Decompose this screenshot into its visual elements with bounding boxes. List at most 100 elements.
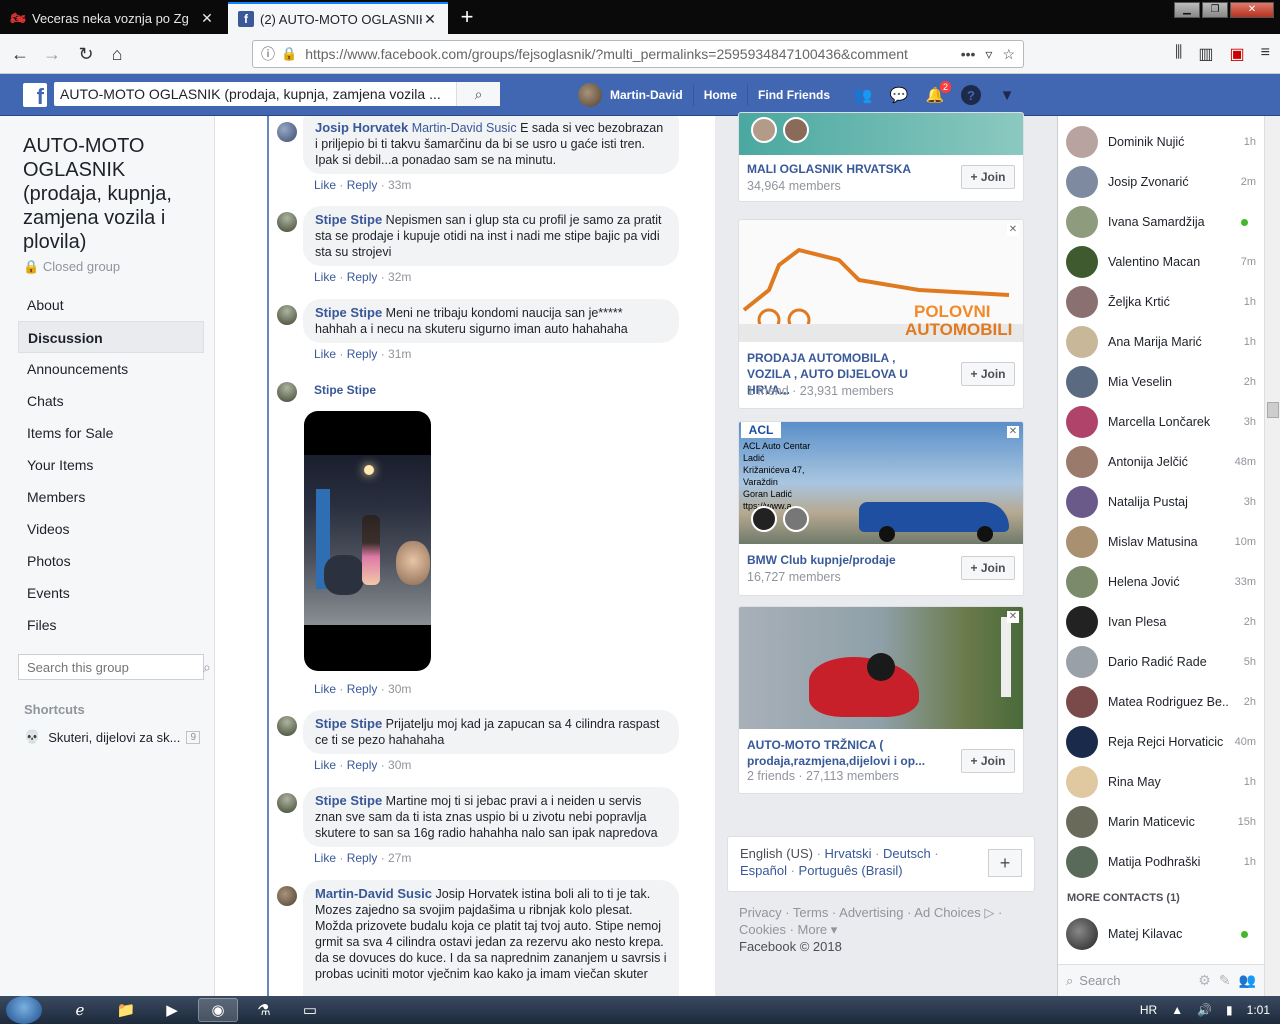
group-search-input[interactable] <box>27 659 203 675</box>
comment-tag[interactable]: Martin-David Susic <box>412 121 517 135</box>
menu-icon[interactable]: ≡ <box>1261 44 1270 64</box>
media-player-icon[interactable]: ▶ <box>152 998 192 1022</box>
close-icon[interactable]: ✕ <box>1007 224 1019 236</box>
group-nav-videos[interactable]: Videos <box>18 513 204 545</box>
contact-item[interactable]: Ivan Plesa 2h <box>1066 604 1256 640</box>
group-nav-announcements[interactable]: Announcements <box>18 353 204 385</box>
pocket-icon[interactable]: ▿ <box>985 46 992 63</box>
group-nav-about[interactable]: About <box>18 289 204 321</box>
join-button[interactable]: + Join <box>961 749 1015 773</box>
library-icon[interactable]: ⫼ <box>1175 44 1182 64</box>
close-icon[interactable]: ✕ <box>1007 611 1019 623</box>
url-bar[interactable]: ⓘ 🔒 https://www.facebook.com/groups/fejs… <box>252 40 1024 68</box>
comment-author[interactable]: Stipe Stipe <box>315 305 382 320</box>
close-tab-icon[interactable]: ✕ <box>199 10 215 27</box>
language-link[interactable]: Deutsch <box>883 846 931 861</box>
messenger-icon[interactable]: 💬 <box>888 84 910 106</box>
group-search[interactable]: ⌕ <box>18 654 211 680</box>
comment-photo-image[interactable] <box>304 411 431 671</box>
contact-item[interactable]: Dominik Nujić 1h <box>1066 124 1256 160</box>
group-cover[interactable] <box>739 113 1023 155</box>
contact-item[interactable]: Ivana Samardžija <box>1066 204 1256 240</box>
avatar[interactable] <box>277 716 297 736</box>
comment-time[interactable]: 30m <box>388 758 411 772</box>
sidebar-icon[interactable]: ▥ <box>1198 44 1213 64</box>
avatar[interactable] <box>277 212 297 232</box>
group-name[interactable]: MALI OGLASNIK HRVATSKA <box>747 161 937 177</box>
url-text[interactable]: https://www.facebook.com/groups/fejsogla… <box>305 46 951 62</box>
like-link[interactable]: Like <box>314 758 336 772</box>
search-icon[interactable]: ⌕ <box>456 82 500 106</box>
group-nav-files[interactable]: Files <box>18 609 204 641</box>
facebook-logo[interactable]: f <box>23 83 47 107</box>
group-nav-events[interactable]: Events <box>18 577 204 609</box>
page-actions-icon[interactable]: ••• <box>961 46 976 62</box>
group-nav-members[interactable]: Members <box>18 481 204 513</box>
browser-tab-1[interactable]: 🏍 Veceras neka voznja po Zg ✕ <box>0 2 225 34</box>
language-link[interactable]: Hrvatski <box>825 846 872 861</box>
join-button[interactable]: + Join <box>961 165 1015 189</box>
avatar[interactable] <box>578 83 602 107</box>
profile-link[interactable]: Martin-David <box>608 84 693 106</box>
reply-link[interactable]: Reply <box>347 851 378 865</box>
search-icon[interactable]: ⌕ <box>203 659 211 676</box>
comment-author[interactable]: Stipe Stipe <box>315 716 382 731</box>
page-scrollbar[interactable] <box>1264 116 1280 996</box>
reply-link[interactable]: Reply <box>347 178 378 192</box>
like-link[interactable]: Like <box>314 851 336 865</box>
maximize-button[interactable]: ❐ <box>1202 2 1228 18</box>
network-icon[interactable]: ▮ <box>1226 1003 1233 1017</box>
internet-explorer-icon[interactable]: ℯ <box>60 998 100 1022</box>
contact-item[interactable]: Marcella Lončarek 3h <box>1066 404 1256 440</box>
reply-link[interactable]: Reply <box>347 347 378 361</box>
avatar[interactable] <box>277 382 297 402</box>
comment-author[interactable]: Stipe Stipe <box>315 793 382 808</box>
contact-item[interactable]: Željka Krtić 1h <box>1066 284 1256 320</box>
avatar[interactable] <box>277 793 297 813</box>
find-friends-link[interactable]: Find Friends <box>747 84 840 106</box>
group-cover[interactable]: ✕ <box>739 607 1023 729</box>
home-link[interactable]: Home <box>692 84 747 106</box>
notifications-icon[interactable]: 🔔 2 <box>924 80 952 106</box>
firefox-icon[interactable]: ◉ <box>198 998 238 1022</box>
group-nav-discussion[interactable]: Discussion <box>18 321 204 353</box>
group-nav-items-for-sale[interactable]: Items for Sale <box>18 417 204 449</box>
account-menu-icon[interactable]: ▼ <box>996 84 1018 106</box>
reply-link[interactable]: Reply <box>347 758 378 772</box>
close-window-button[interactable]: ✕ <box>1230 2 1274 18</box>
reply-link[interactable]: Reply <box>347 270 378 284</box>
contact-item[interactable]: Matija Podhraški 1h <box>1066 844 1256 880</box>
comment-time[interactable]: 33m <box>388 178 411 192</box>
shortcut-item[interactable]: 💀 Skuteri, dijelovi za sk... 9 <box>24 729 200 745</box>
comment-time[interactable]: 31m <box>388 347 411 361</box>
contact-item[interactable]: Dario Radić Rade 5h <box>1066 644 1256 680</box>
comment-time[interactable]: 30m <box>388 682 411 696</box>
new-tab-button[interactable]: + <box>455 4 479 30</box>
language-link[interactable]: Português (Brasil) <box>799 863 903 878</box>
clock[interactable]: 1:01 <box>1247 1003 1270 1017</box>
facebook-search[interactable]: AUTO-MOTO OGLASNIK (prodaja, kupnja, zam… <box>54 82 500 106</box>
comment-author[interactable]: Josip Horvatek <box>315 120 408 135</box>
chat-search-input[interactable]: Search <box>1079 973 1120 988</box>
pdf-icon[interactable]: ▣ <box>1230 44 1245 64</box>
language-indicator[interactable]: HR <box>1140 1003 1157 1017</box>
tray-arrow-icon[interactable]: ▲ <box>1171 1003 1183 1017</box>
group-cover[interactable]: ACL ACL Auto Centar Ladić Križanićeva 47… <box>739 422 1023 544</box>
like-link[interactable]: Like <box>314 270 336 284</box>
volume-icon[interactable]: 🔊 <box>1197 1003 1212 1017</box>
close-tab-icon[interactable]: ✕ <box>422 11 438 28</box>
compose-icon[interactable]: ✎ <box>1219 972 1231 989</box>
avatar[interactable] <box>277 305 297 325</box>
window-icon[interactable]: ▭ <box>290 998 330 1022</box>
contact-item[interactable]: Matea Rodriguez Be... 2h <box>1066 684 1256 720</box>
comment-author[interactable]: Stipe Stipe <box>315 212 382 227</box>
friend-requests-icon[interactable]: 👥 <box>852 84 874 106</box>
chat-search[interactable]: ⌕ Search ⚙ ✎ 👥 <box>1058 964 1264 996</box>
add-language-button[interactable]: + <box>988 849 1022 877</box>
contact-item[interactable]: Josip Zvonarić 2m <box>1066 164 1256 200</box>
language-link[interactable]: Español <box>740 863 787 878</box>
back-button[interactable]: ← <box>6 40 34 68</box>
contact-item[interactable]: Valentino Macan 7m <box>1066 244 1256 280</box>
close-icon[interactable]: ✕ <box>1007 426 1019 438</box>
bookmark-star-icon[interactable]: ☆ <box>1002 46 1015 63</box>
